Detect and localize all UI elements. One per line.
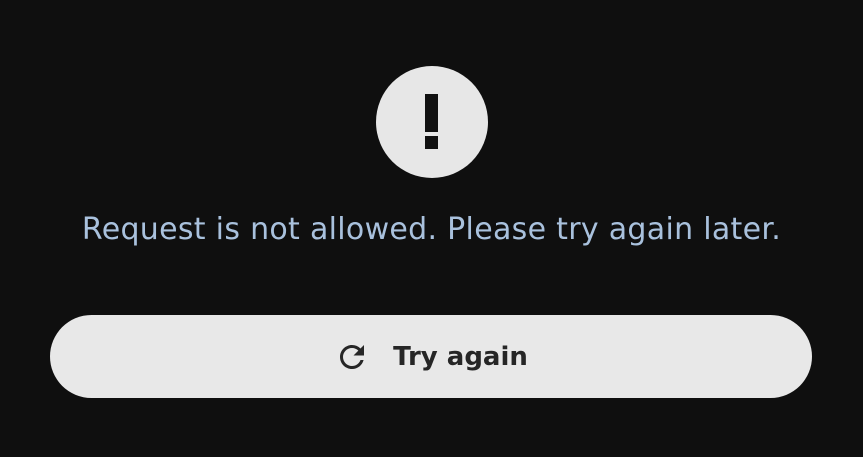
refresh-icon [340,344,365,369]
try-again-label: Try again [393,341,528,372]
try-again-button[interactable]: Try again [50,315,812,398]
error-message: Request is not allowed. Please try again… [81,212,782,247]
exclamation-icon [376,66,488,178]
error-screen: Request is not allowed. Please try again… [0,0,863,457]
